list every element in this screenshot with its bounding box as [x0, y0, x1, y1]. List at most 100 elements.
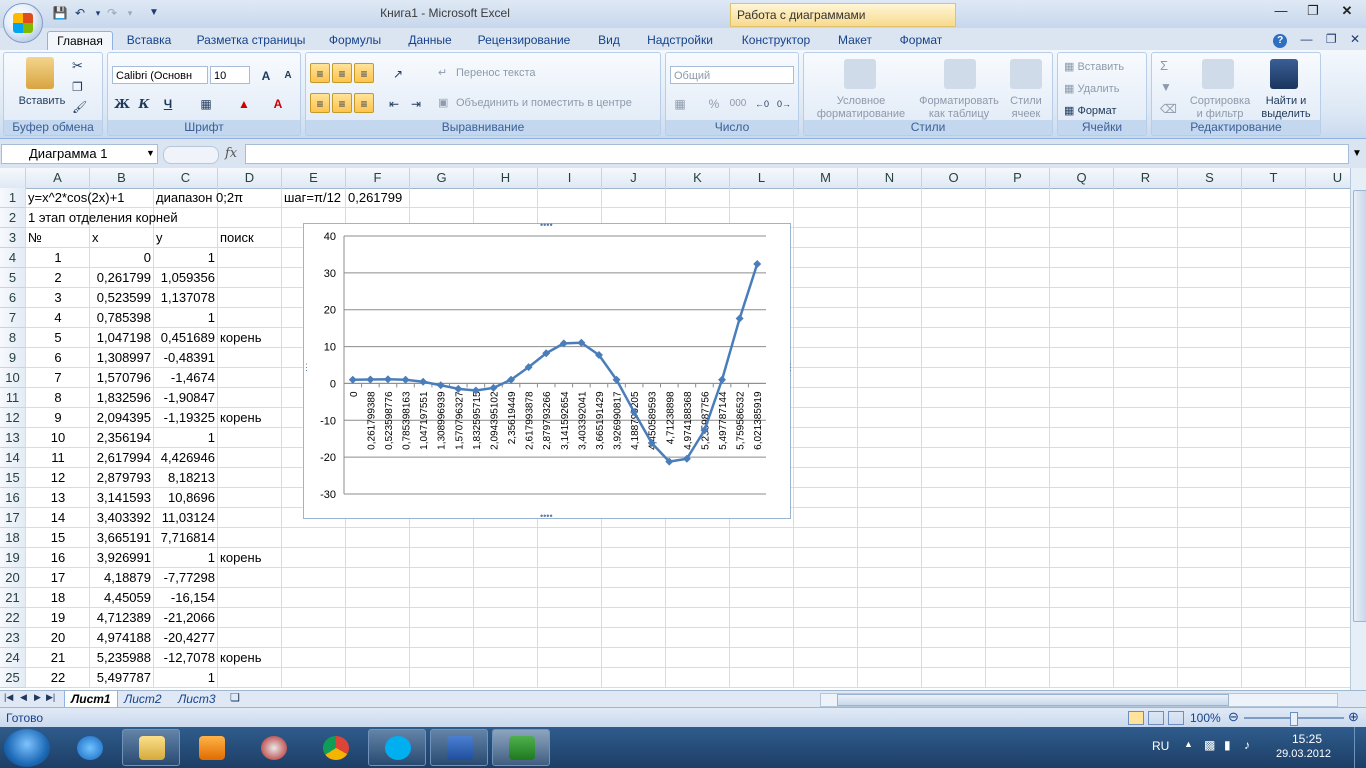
cell-C10[interactable]: -1,4674 [154, 368, 215, 388]
row-header[interactable]: 1 [0, 188, 26, 208]
cell-C15[interactable]: 8,18213 [154, 468, 215, 488]
cell-A19[interactable]: 16 [26, 548, 90, 568]
chart-object[interactable]: 40 30 20 10 0 -10 -20 -30 0 0,261799388 0,52359877… [302, 221, 795, 521]
cell-C18[interactable]: 7,716814 [154, 528, 215, 548]
wrap-text-button[interactable]: Перенос текста [456, 67, 536, 80]
row-header[interactable]: 14 [0, 448, 26, 468]
tab-formulas[interactable]: Формулы [322, 31, 388, 50]
cell-B9[interactable]: 1,308997 [90, 348, 151, 368]
cell-C13[interactable]: 1 [154, 428, 215, 448]
conditional-formatting-icon[interactable] [844, 59, 876, 89]
clock-time[interactable]: 15:25 [1292, 732, 1322, 746]
cell-D3[interactable]: поиск [220, 228, 254, 248]
cell-B6[interactable]: 0,523599 [90, 288, 151, 308]
column-header[interactable]: P [986, 168, 1050, 188]
row-header[interactable]: 15 [0, 468, 26, 488]
zoom-slider-thumb[interactable] [1290, 712, 1298, 726]
expand-formula-icon[interactable]: ▼ [1352, 148, 1362, 159]
grow-font-icon[interactable]: A [256, 65, 276, 85]
office-button[interactable] [3, 3, 43, 43]
row-header[interactable]: 10 [0, 368, 26, 388]
taskbar-skype[interactable] [368, 729, 426, 766]
cell-B21[interactable]: 4,45059 [90, 588, 151, 608]
italic-button[interactable]: К [134, 93, 154, 113]
cell-A3[interactable]: № [28, 228, 42, 248]
format-as-table-icon[interactable] [944, 59, 976, 89]
cell-A13[interactable]: 10 [26, 428, 90, 448]
find-select-icon[interactable] [1270, 59, 1298, 89]
row-header[interactable]: 12 [0, 408, 26, 428]
taskbar-media[interactable] [182, 729, 240, 766]
cell-B18[interactable]: 3,665191 [90, 528, 151, 548]
taskbar-excel[interactable] [492, 729, 550, 766]
merge-icon[interactable]: ▣ [438, 97, 448, 110]
cell-A2[interactable]: 1 этап отделения корней [28, 208, 178, 228]
row-header[interactable]: 24 [0, 648, 26, 668]
cell-C4[interactable]: 1 [154, 248, 215, 268]
row-header[interactable]: 21 [0, 588, 26, 608]
cell-B25[interactable]: 5,497787 [90, 668, 151, 688]
row-header[interactable]: 17 [0, 508, 26, 528]
tab-insert[interactable]: Вставка [118, 31, 180, 50]
row-header[interactable]: 13 [0, 428, 26, 448]
cell-B24[interactable]: 5,235988 [90, 648, 151, 668]
column-header[interactable]: S [1178, 168, 1242, 188]
column-header[interactable]: E [282, 168, 346, 188]
cell-F1[interactable]: 0,261799 [348, 188, 402, 208]
tab-layout[interactable]: Макет [830, 31, 880, 50]
align-left-icon[interactable]: ≡ [310, 93, 330, 113]
align-middle-icon[interactable]: ≡ [332, 63, 352, 83]
merge-center-button[interactable]: Объединить и поместить в центре [456, 97, 632, 110]
sort-filter-icon[interactable] [1202, 59, 1234, 89]
column-header[interactable]: N [858, 168, 922, 188]
tray-volume-icon[interactable]: ♪ [1244, 738, 1250, 752]
tab-view[interactable]: Вид [588, 31, 630, 50]
format-cells-button[interactable]: ▦ Формат [1064, 105, 1117, 118]
cell-B3[interactable]: x [92, 228, 99, 248]
cell-A5[interactable]: 2 [26, 268, 90, 288]
column-header[interactable]: R [1114, 168, 1178, 188]
cell-C11[interactable]: -1,90847 [154, 388, 215, 408]
cell-C16[interactable]: 10,8696 [154, 488, 215, 508]
chart-resize-handle-top[interactable]: •••• [540, 221, 553, 230]
cell-D19[interactable]: корень [220, 548, 261, 568]
percent-button[interactable]: % [704, 93, 724, 113]
select-all-corner[interactable] [0, 168, 26, 188]
sheet-tab-2[interactable]: Лист2 [118, 691, 168, 707]
doc-minimize-icon[interactable]: — [1300, 32, 1312, 46]
insert-cells-button[interactable]: ▦ Вставить [1064, 61, 1124, 74]
cut-icon[interactable]: ✂ [72, 59, 83, 72]
underline-button[interactable]: Ч [158, 93, 178, 113]
cell-A6[interactable]: 3 [26, 288, 90, 308]
conditional-formatting-button[interactable]: Условное форматирование [806, 95, 916, 121]
decrease-decimal-icon[interactable]: 0→ [774, 93, 794, 113]
find-select-button[interactable]: Найти и выделить [1254, 95, 1318, 121]
zoom-in-icon[interactable]: ⊕ [1348, 709, 1359, 725]
taskbar-word[interactable] [430, 729, 488, 766]
align-top-icon[interactable]: ≡ [310, 63, 330, 83]
clear-icon[interactable]: ⌫ [1160, 103, 1177, 116]
row-header[interactable]: 23 [0, 628, 26, 648]
cell-A9[interactable]: 6 [26, 348, 90, 368]
cell-B17[interactable]: 3,403392 [90, 508, 151, 528]
align-center-icon[interactable]: ≡ [332, 93, 352, 113]
number-format-select[interactable]: Общий [670, 66, 794, 84]
row-header[interactable]: 19 [0, 548, 26, 568]
shrink-font-icon[interactable]: A [278, 65, 298, 85]
increase-decimal-icon[interactable]: ←0 [752, 93, 772, 113]
column-header[interactable]: D [218, 168, 282, 188]
align-bottom-icon[interactable]: ≡ [354, 63, 374, 83]
autosum-icon[interactable]: Σ [1160, 59, 1168, 72]
start-button[interactable] [4, 729, 50, 767]
column-header[interactable]: B [90, 168, 154, 188]
cell-A11[interactable]: 8 [26, 388, 90, 408]
vertical-scrollbar[interactable] [1350, 168, 1366, 690]
help-icon[interactable]: ? [1273, 34, 1288, 48]
cell-B12[interactable]: 2,094395 [90, 408, 151, 428]
cell-A15[interactable]: 12 [26, 468, 90, 488]
cell-A4[interactable]: 1 [26, 248, 90, 268]
cell-D12[interactable]: корень [220, 408, 261, 428]
cell-A25[interactable]: 22 [26, 668, 90, 688]
tab-home[interactable]: Главная [47, 31, 113, 51]
tab-review[interactable]: Рецензирование [472, 31, 576, 50]
